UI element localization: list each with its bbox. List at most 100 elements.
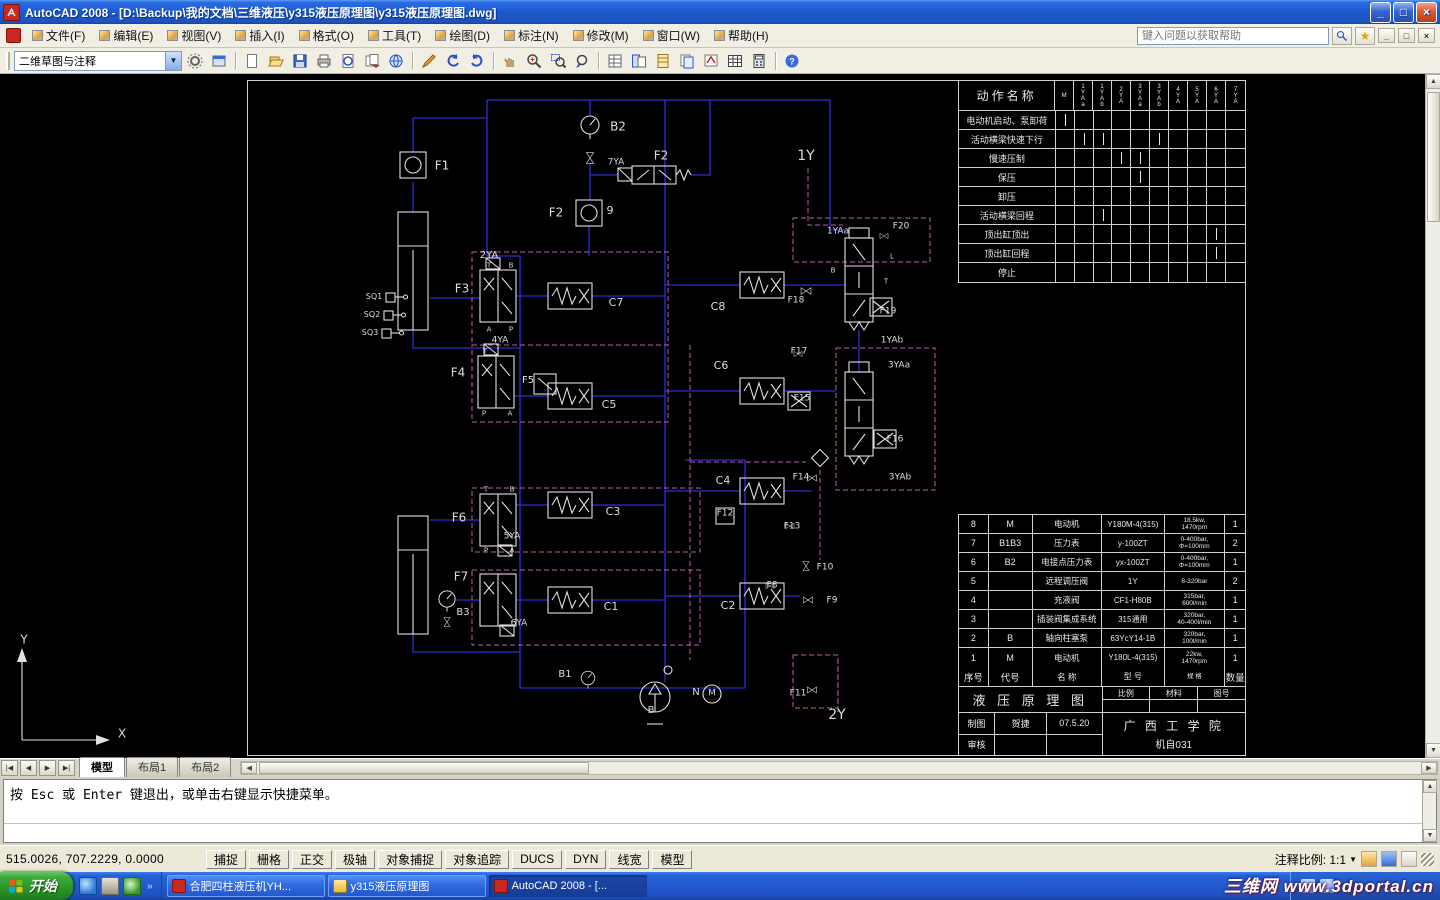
menu-item-0[interactable]: 文件(F) [25, 26, 92, 46]
scroll-right-icon[interactable]: ▶ [1421, 762, 1437, 774]
restore-button[interactable]: □ [1393, 1, 1414, 23]
help-search-input[interactable] [1137, 26, 1329, 45]
status-toggle-对象追踪[interactable]: 对象追踪 [445, 849, 510, 869]
zoom-window-button[interactable] [547, 50, 569, 72]
sheetset-button[interactable] [676, 50, 698, 72]
menu-item-4[interactable]: 格式(O) [292, 26, 361, 46]
task-button-2[interactable]: AutoCAD 2008 - [... [488, 875, 647, 897]
status-toggle-模型[interactable]: 模型 [652, 849, 693, 869]
menu-item-7[interactable]: 标注(N) [497, 26, 566, 46]
command-scrollbar[interactable]: ▲ ▼ [1422, 780, 1437, 842]
menu-item-5[interactable]: 工具(T) [361, 26, 428, 46]
menu-item-3[interactable]: 插入(I) [228, 26, 291, 46]
bom-row: 7 B1B3 压力表 y-100ZT 0-400bar, Φ=100mm 2 [959, 534, 1245, 553]
clean-screen-icon[interactable] [1421, 852, 1434, 866]
status-menu-icon[interactable] [1401, 851, 1417, 867]
doc-minimize-button[interactable]: _ [1378, 28, 1395, 43]
horizontal-scrollbar[interactable]: ◀ ▶ [240, 761, 1438, 775]
ie-icon[interactable] [79, 877, 97, 895]
save-button[interactable] [289, 50, 311, 72]
open-button[interactable] [265, 50, 287, 72]
magnifier-plus-icon [527, 53, 542, 68]
menu-item-8[interactable]: 修改(M) [566, 26, 636, 46]
toolpalettes-button[interactable] [652, 50, 674, 72]
menu-item-1[interactable]: 编辑(E) [92, 26, 160, 46]
plot-preview-button[interactable] [337, 50, 359, 72]
status-toggle-DUCS[interactable]: DUCS [512, 849, 563, 869]
my-workspace-button[interactable] [208, 50, 230, 72]
action-row: 停止 [959, 263, 1245, 282]
chevron-down-icon[interactable]: ▼ [165, 51, 181, 70]
undo-button[interactable] [442, 50, 464, 72]
document-icon[interactable] [6, 28, 21, 43]
qnew-button[interactable] [241, 50, 263, 72]
tab-布局2[interactable]: 布局2 [179, 757, 232, 777]
tab-prev-icon[interactable]: ◀ [20, 760, 37, 776]
annotation-scale[interactable]: 注释比例: 1:1 [1275, 851, 1346, 868]
cmd-scroll-up-icon[interactable]: ▲ [1423, 780, 1437, 793]
status-toggle-正交[interactable]: 正交 [292, 849, 333, 869]
properties-button[interactable] [604, 50, 626, 72]
annotation-visibility-icon[interactable] [1361, 851, 1377, 867]
tab-next-icon[interactable]: ▶ [39, 760, 56, 776]
tab-first-icon[interactable]: |◀ [1, 760, 18, 776]
tab-模型[interactable]: 模型 [79, 757, 125, 777]
search-icon[interactable] [1332, 26, 1352, 45]
publish-button[interactable] [361, 50, 383, 72]
zoom-realtime-button[interactable] [523, 50, 545, 72]
workspace-combo[interactable]: 二维草图与注释 ▼ [14, 50, 182, 71]
close-button[interactable]: × [1416, 1, 1437, 23]
show-desktop-icon[interactable] [101, 877, 119, 895]
chevron-down-icon[interactable]: ▼ [1349, 855, 1357, 864]
task-button-0[interactable]: 合肥四柱液压机YH... [166, 875, 325, 897]
media-player-icon[interactable] [123, 877, 141, 895]
tab-布局1[interactable]: 布局1 [126, 757, 179, 777]
scroll-up-icon[interactable]: ▲ [1426, 74, 1440, 89]
doc-restore-button[interactable]: □ [1398, 28, 1415, 43]
markup-button[interactable] [700, 50, 722, 72]
designcenter-button[interactable] [628, 50, 650, 72]
workspace-settings-button[interactable] [184, 50, 206, 72]
menu-item-2[interactable]: 视图(V) [160, 26, 228, 46]
drawing-label: C4 [715, 473, 731, 487]
status-toggle-线宽[interactable]: 线宽 [609, 849, 650, 869]
tab-last-icon[interactable]: ▶| [58, 760, 75, 776]
start-button[interactable]: 开始 [0, 872, 73, 900]
autoscale-icon[interactable] [1381, 851, 1397, 867]
vertical-scrollbar[interactable]: ▲ ▼ [1425, 74, 1440, 758]
menu-item-6[interactable]: 绘图(D) [428, 26, 497, 46]
quick-launch: » [73, 872, 162, 900]
menu-item-10[interactable]: 帮助(H) [707, 26, 776, 46]
status-toggle-DYN[interactable]: DYN [565, 849, 607, 869]
scroll-down-icon[interactable]: ▼ [1426, 743, 1440, 758]
minimize-button[interactable]: _ [1370, 1, 1391, 23]
bom-cell: 4 [959, 591, 989, 609]
horizontal-scroll-thumb[interactable] [259, 762, 590, 774]
toolbar-grip[interactable] [6, 51, 10, 70]
menu-item-9[interactable]: 窗口(W) [636, 26, 707, 46]
cmd-scroll-down-icon[interactable]: ▼ [1423, 829, 1437, 842]
table-button[interactable] [724, 50, 746, 72]
zoom-previous-button[interactable] [571, 50, 593, 72]
sketch-button[interactable] [418, 50, 440, 72]
coordinate-display[interactable]: 515.0026, 707.2229, 0.0000 [6, 852, 202, 866]
help-button[interactable]: ? [781, 50, 803, 72]
status-toggle-极轴[interactable]: 极轴 [335, 849, 376, 869]
drawing-canvas[interactable]: B2 F2 7YA F1 F2 9 1Y 2YA F3 SQ1 SQ2 SQ3 C7 C8 F18 F19 F2… [0, 74, 1425, 758]
vertical-scroll-thumb[interactable] [1427, 92, 1440, 222]
status-toggle-栅格[interactable]: 栅格 [249, 849, 290, 869]
favorites-star-icon[interactable]: ★ [1355, 26, 1375, 45]
chevron-more-icon[interactable]: » [145, 881, 155, 892]
status-toggle-对象捕捉[interactable]: 对象捕捉 [378, 849, 443, 869]
scroll-left-icon[interactable]: ◀ [241, 762, 258, 774]
plot-button[interactable] [313, 50, 335, 72]
redo-button[interactable] [466, 50, 488, 72]
pan-button[interactable] [499, 50, 521, 72]
status-toggle-捕捉[interactable]: 捕捉 [206, 849, 247, 869]
doc-close-button[interactable]: × [1418, 28, 1435, 43]
task-button-1[interactable]: y315液压原理图 [327, 875, 486, 897]
etransmit-button[interactable] [385, 50, 407, 72]
command-history[interactable]: 按 Esc 或 Enter 键退出，或单击右键显示快捷菜单。 ▲ ▼ [3, 779, 1437, 843]
action-mark [1083, 133, 1085, 145]
quickcalc-button[interactable] [748, 50, 770, 72]
